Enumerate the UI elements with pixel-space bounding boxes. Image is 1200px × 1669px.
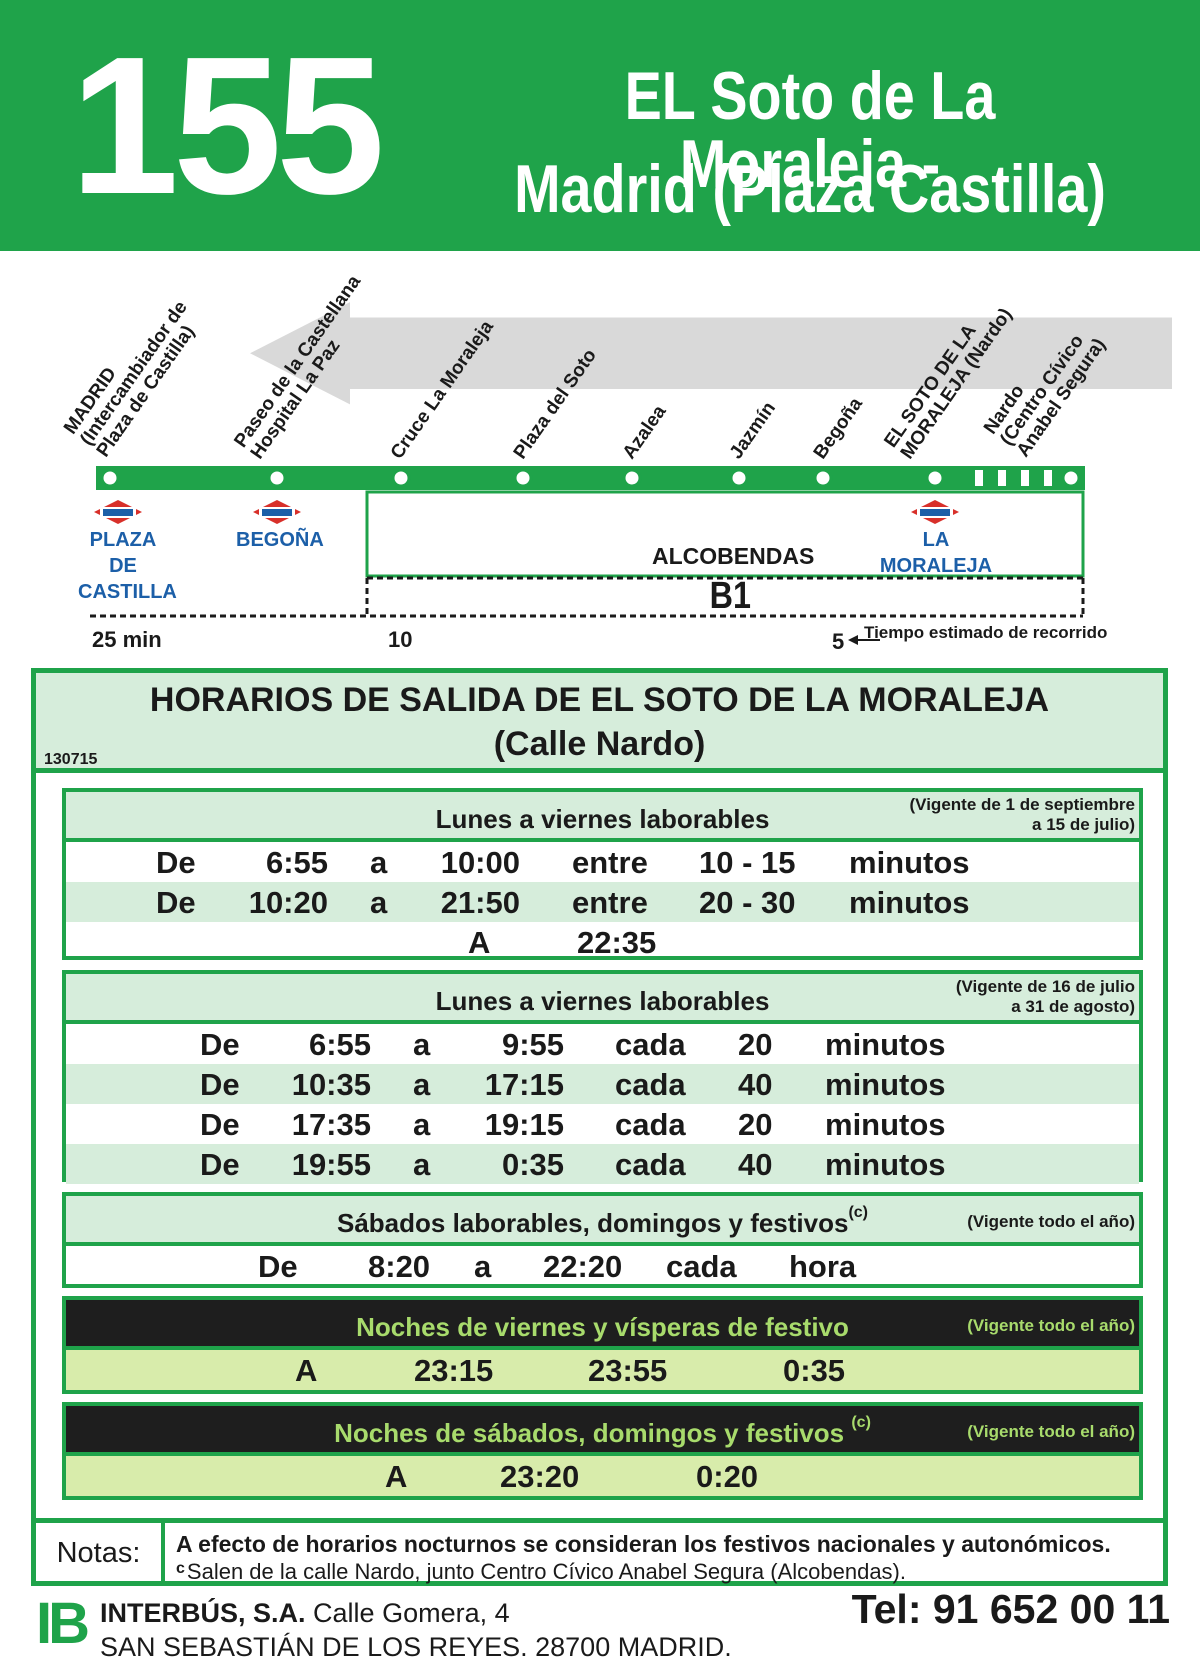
metro-station-moraleja: LA MORALEJA (879, 529, 993, 577)
time-note: Tiempo estimado de recorrido (864, 623, 1108, 642)
metro-station-begona: BEGOÑA (236, 529, 324, 551)
schedule-section-weekday-regular: Lunes a viernes laborables (Vigente de 1… (62, 788, 1143, 960)
schedule-row: A 23:15 23:55 0:35 (66, 1350, 1139, 1390)
metro-icon (253, 500, 301, 524)
schedule-row: De 19:55 a 0:35 cada 40 minutos (66, 1144, 1139, 1184)
schedule-row: A 23:20 0:20 (66, 1456, 1139, 1496)
schedule-row: De 10:35 a 17:15 cada 40 minutos (66, 1064, 1139, 1104)
schedule-title: HORARIOS DE SALIDA DE EL SOTO DE LA MORA… (149, 681, 1050, 719)
stop-marker (1061, 468, 1081, 488)
document-code: 130715 (44, 751, 98, 768)
time-total: 25 min (92, 627, 162, 652)
section-validity: (Vigente todo el año) (967, 1316, 1135, 1335)
route-title-line2: Madrid (Plaza Castilla) (514, 151, 1106, 227)
notes: Notas: A efecto de horarios nocturnos se… (36, 1518, 1163, 1586)
route-number: 155 (70, 16, 385, 235)
zone-code: B1 (709, 575, 751, 617)
notes-line1: A efecto de horarios nocturnos se consid… (176, 1531, 1111, 1557)
schedule-panel: HORARIOS DE SALIDA DE EL SOTO DE LA MORA… (31, 668, 1168, 1586)
metro-icon (911, 500, 959, 524)
metro-icon (94, 500, 142, 524)
company-address-line1: INTERBÚS, S.A. Calle Gomera, 4 (100, 1598, 510, 1628)
stop-marker (622, 468, 642, 488)
metro-station-plaza-castilla: PLAZA DE CASTILLA (78, 529, 177, 603)
schedule-subtitle: (Calle Nardo) (493, 725, 706, 763)
section-validity: (Vigente todo el año) (967, 1212, 1135, 1231)
schedule-row: De 17:35 a 19:15 cada 20 minutos (200, 1107, 946, 1142)
interbus-logo: IB (36, 1591, 90, 1656)
schedule-section-weekday-summer: Lunes a viernes laborables (Vigente de 1… (62, 970, 1143, 1184)
stop-marker (513, 468, 533, 488)
stop-marker (925, 468, 945, 488)
schedule-section-weekend-night: Noches de sábados, domingos y festivos (… (62, 1402, 1143, 1500)
stop-marker (729, 468, 749, 488)
schedule-header: HORARIOS DE SALIDA DE EL SOTO DE LA MORA… (36, 673, 1163, 773)
stop-marker (813, 468, 833, 488)
time-mid: 10 (388, 627, 413, 652)
schedule-row: De 6:55 a 10:00 entre 10 - 15 minutos (156, 845, 970, 880)
section-validity: (Vigente de 1 de septiembre a 15 de julio… (909, 795, 1135, 834)
stop-marker (391, 468, 411, 488)
schedule-row: De 8:20 a 22:20 cada hora (258, 1249, 857, 1284)
stop-marker (100, 468, 120, 488)
schedule-section-friday-night: Noches de viernes y vísperas de festivo … (62, 1296, 1143, 1394)
route-map: MADRID (Intercambiador de Plaza de Castill… (0, 251, 1200, 655)
schedule-row: De 6:55 a 9:55 cada 20 minutos (200, 1027, 946, 1062)
notes-label: Notas: (36, 1523, 165, 1586)
section-validity: (Vigente de 16 de julio a 31 de agosto) (955, 977, 1135, 1016)
schedule-row-last: A 22:35 (468, 925, 657, 960)
stop-marker (267, 468, 287, 488)
time-short: 5 (832, 629, 845, 654)
section-validity: (Vigente todo el año) (967, 1422, 1135, 1441)
schedule-section-weekend: Sábados laborables, domingos y festivos(… (62, 1192, 1143, 1288)
company-address-line2: SAN SEBASTIÁN DE LOS REYES. 28700 MADRID… (100, 1632, 732, 1662)
route-header: 155 EL Soto de La Moraleja - Madrid (Pla… (0, 0, 1200, 251)
zone-name: ALCOBENDAS (652, 543, 815, 569)
schedule-row: De 10:20 a 21:50 entre 20 - 30 minutos (66, 882, 1139, 922)
notes-line2: cSalen de la calle Nardo, junto Centro C… (176, 1559, 906, 1584)
telephone: Tel: 91 652 00 11 (851, 1586, 1170, 1632)
